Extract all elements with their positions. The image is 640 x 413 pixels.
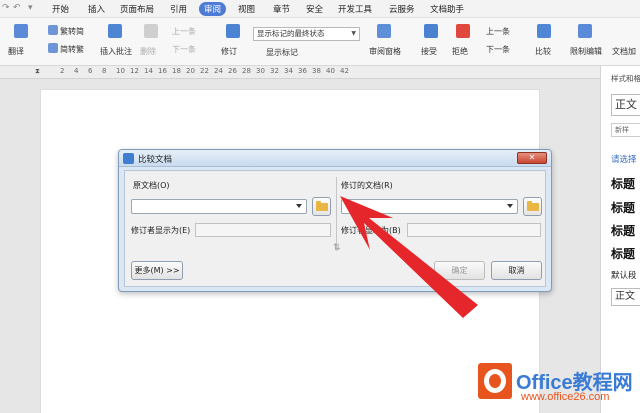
office-logo-icon (478, 363, 512, 399)
annotation-arrow (340, 196, 478, 318)
red-arrow-shape (340, 196, 478, 318)
watermark-url: www.office26.com (521, 391, 610, 403)
